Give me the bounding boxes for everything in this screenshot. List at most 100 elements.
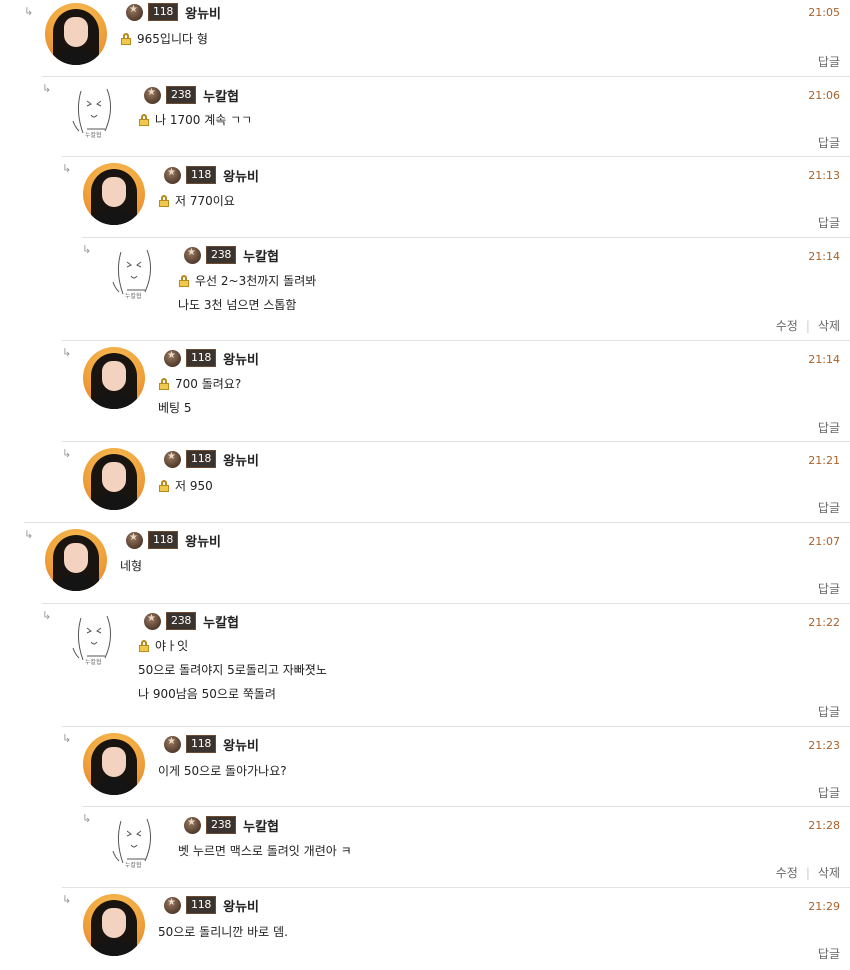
reply-button[interactable]: 답글 [818,501,840,515]
edit-button[interactable]: 수정 [776,319,798,333]
comment: ↳ 누칼협 238 누칼협 21:06 나 1700 계속 ㄱㄱ 답글 [42,76,850,157]
level-badge: 238 [206,246,237,264]
nickname[interactable]: 누칼협 [243,816,279,835]
reply-arrow-icon: ↳ [24,5,34,18]
level-badge: 118 [186,735,217,753]
delete-button[interactable]: 삭제 [818,319,840,333]
comment: ↳ 118 왕뉴비 21:14 700 돌려요? 베팅 5 답글 [62,340,850,441]
comment-line: 이게 50으로 돌아가나요? [158,764,287,778]
level-badge: 238 [166,86,197,104]
reply-button[interactable]: 답글 [818,421,840,435]
svg-text:누칼협: 누칼협 [85,658,102,666]
reply-button[interactable]: 답글 [818,216,840,230]
comment-text: 50으로 돌리니깐 바로 뎀. [158,920,288,944]
level-badge: 118 [186,896,217,914]
comment-line: 야ㅏ잇 [155,639,189,653]
lock-icon [158,195,170,207]
nickname[interactable]: 왕뉴비 [223,450,259,469]
comment-line: 나 1700 계속 ㄱㄱ [155,113,253,127]
reply-arrow-icon: ↳ [62,346,72,359]
comment-text: 저 950 [158,474,213,498]
comment: ↳ 118 왕뉴비 21:23 이게 50으로 돌아가나요? 답글 [62,726,850,807]
level-badge: 238 [206,816,237,834]
rank-medal-icon [144,612,161,630]
nickname[interactable]: 왕뉴비 [223,896,259,915]
nickname[interactable]: 왕뉴비 [223,166,259,185]
comment-text: 700 돌려요? 베팅 5 [158,372,241,420]
nickname[interactable]: 왕뉴비 [185,531,221,550]
sketch-avatar[interactable]: 누칼협 [103,811,165,873]
rank-medal-icon [184,246,201,264]
rank-medal-icon [184,816,201,834]
comment-time: 21:29 [808,900,840,913]
lock-icon [158,378,170,390]
comment-line: 나 900남음 50으로 쭉돌려 [138,687,276,701]
photo-avatar[interactable] [83,894,145,956]
level-badge: 118 [186,166,217,184]
comment-line: 우선 2~3천까지 돌려봐 [195,274,317,288]
lock-icon [178,275,190,287]
nickname[interactable]: 왕뉴비 [223,735,259,754]
reply-button[interactable]: 답글 [818,786,840,800]
nickname[interactable]: 왕뉴비 [223,349,259,368]
nickname[interactable]: 누칼협 [243,246,279,265]
reply-arrow-icon: ↳ [82,812,92,825]
comment-thread: ↳ 118 왕뉴비 21:05 965입니다 형 답글 ↳ 누칼협 238 누칼… [0,0,850,970]
edit-button[interactable]: 수정 [776,866,798,880]
rank-medal-icon [164,166,181,184]
reply-button[interactable]: 답글 [818,55,840,69]
comment-time: 21:23 [808,739,840,752]
lock-icon [138,640,150,652]
reply-arrow-icon: ↳ [62,162,72,175]
comment-line: 50으로 돌리니깐 바로 뎀. [158,925,288,939]
comment-line: 나도 3천 넘으면 스톱함 [178,298,297,312]
svg-text:누칼협: 누칼협 [85,131,102,139]
photo-avatar[interactable] [45,3,107,65]
comment-text: 우선 2~3천까지 돌려봐 나도 3천 넘으면 스톱함 [178,269,316,317]
comment-line: 700 돌려요? [175,377,242,391]
comment-text: 나 1700 계속 ㄱㄱ [138,108,252,132]
photo-avatar[interactable] [83,347,145,409]
comment: ↳ 118 왕뉴비 21:13 저 770이요 답글 [62,156,850,237]
comment-line: 벳 누르면 맥스로 돌려잇 개련아 ㅋ [178,844,352,858]
comment-time: 21:06 [808,89,840,102]
photo-avatar[interactable] [83,163,145,225]
comment-text: 벳 누르면 맥스로 돌려잇 개련아 ㅋ [178,839,352,863]
level-badge: 118 [186,450,217,468]
reply-button[interactable]: 답글 [818,136,840,150]
comment-time: 21:22 [808,616,840,629]
lock-icon [158,480,170,492]
comment: ↳ 118 왕뉴비 21:21 저 950 답글 [62,441,850,522]
sketch-avatar[interactable]: 누칼협 [63,608,125,670]
level-badge: 238 [166,612,197,630]
reply-button[interactable]: 답글 [818,582,840,596]
photo-avatar[interactable] [45,529,107,591]
comment-line: 저 950 [175,479,213,493]
comment-time: 21:13 [808,169,840,182]
comment-line: 50으로 돌려야지 5로돌리고 자빠졋노 [138,663,327,677]
reply-arrow-icon: ↳ [42,609,52,622]
photo-avatar[interactable] [83,448,145,510]
nickname[interactable]: 누칼협 [203,86,239,105]
comment-time: 21:21 [808,454,840,467]
reply-button[interactable]: 답글 [818,947,840,961]
nickname[interactable]: 왕뉴비 [185,3,221,22]
sketch-avatar[interactable]: 누칼협 [63,81,125,143]
reply-button[interactable]: 답글 [818,705,840,719]
rank-medal-icon [164,349,181,367]
comment: ↳ 누칼협 238 누칼협 21:14 우선 2~3천까지 돌려봐 나도 3천 … [82,237,850,340]
level-badge: 118 [186,349,217,367]
rank-medal-icon [164,896,181,914]
rank-medal-icon [126,3,143,21]
comment-time: 21:05 [808,6,840,19]
nickname[interactable]: 누칼협 [203,612,239,631]
delete-button[interactable]: 삭제 [818,866,840,880]
comment-text: 네형 [120,554,142,578]
comment-line: 베팅 5 [158,401,192,415]
rank-medal-icon [144,86,161,104]
rank-medal-icon [164,735,181,753]
comment-time: 21:14 [808,353,840,366]
sketch-avatar[interactable]: 누칼협 [103,242,165,304]
photo-avatar[interactable] [83,733,145,795]
reply-arrow-icon: ↳ [82,243,92,256]
